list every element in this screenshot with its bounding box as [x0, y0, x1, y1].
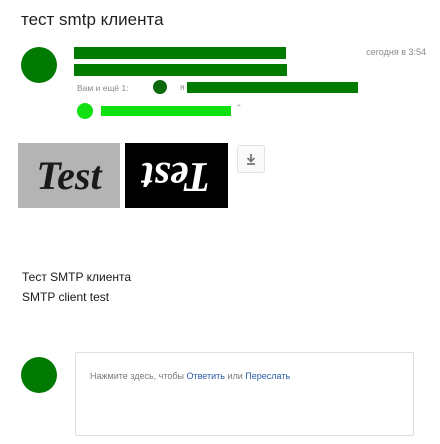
recipient-avatar: [153, 80, 167, 94]
sender-name-redacted[interactable]: [74, 47, 286, 59]
reply-prefix: Нажмите здесь, чтобы: [90, 371, 187, 381]
download-icon: [246, 154, 256, 165]
reply-middle: или: [224, 371, 246, 381]
chevron-up-icon[interactable]: ⌃: [235, 103, 243, 114]
attachment-thumbnail-1[interactable]: Test: [18, 143, 120, 208]
user-avatar: [21, 357, 57, 393]
attachment-thumbnail-2[interactable]: Test: [125, 143, 228, 208]
quick-reply-prompt: Нажмите здесь, чтобы Ответить или Пересл…: [90, 371, 290, 381]
email-date: сегодня в 3:54: [366, 47, 426, 57]
attachment-1-text: Test: [36, 153, 102, 198]
sender-avatar[interactable]: [21, 47, 57, 83]
body-line-2: SMTP client test: [22, 290, 110, 304]
quick-reply-box[interactable]: Нажмите здесь, чтобы Ответить или Пересл…: [75, 352, 414, 436]
forward-link[interactable]: Переслать: [245, 371, 290, 381]
recipients-label[interactable]: Вам и ещё 1:: [77, 83, 129, 93]
sender-address-redacted: [74, 64, 287, 76]
reply-link[interactable]: Ответить: [186, 371, 224, 381]
body-line-1: Тест SMTP клиента: [22, 270, 132, 284]
recipient-address-redacted[interactable]: [187, 82, 358, 93]
recipient-initial: я: [180, 82, 185, 92]
recipient-avatar-2: [77, 103, 93, 119]
recipient-name-redacted[interactable]: [101, 106, 231, 116]
download-button[interactable]: [237, 145, 265, 173]
attachment-2-text: Test: [142, 152, 211, 199]
email-subject: тест smtp клиента: [21, 10, 164, 29]
